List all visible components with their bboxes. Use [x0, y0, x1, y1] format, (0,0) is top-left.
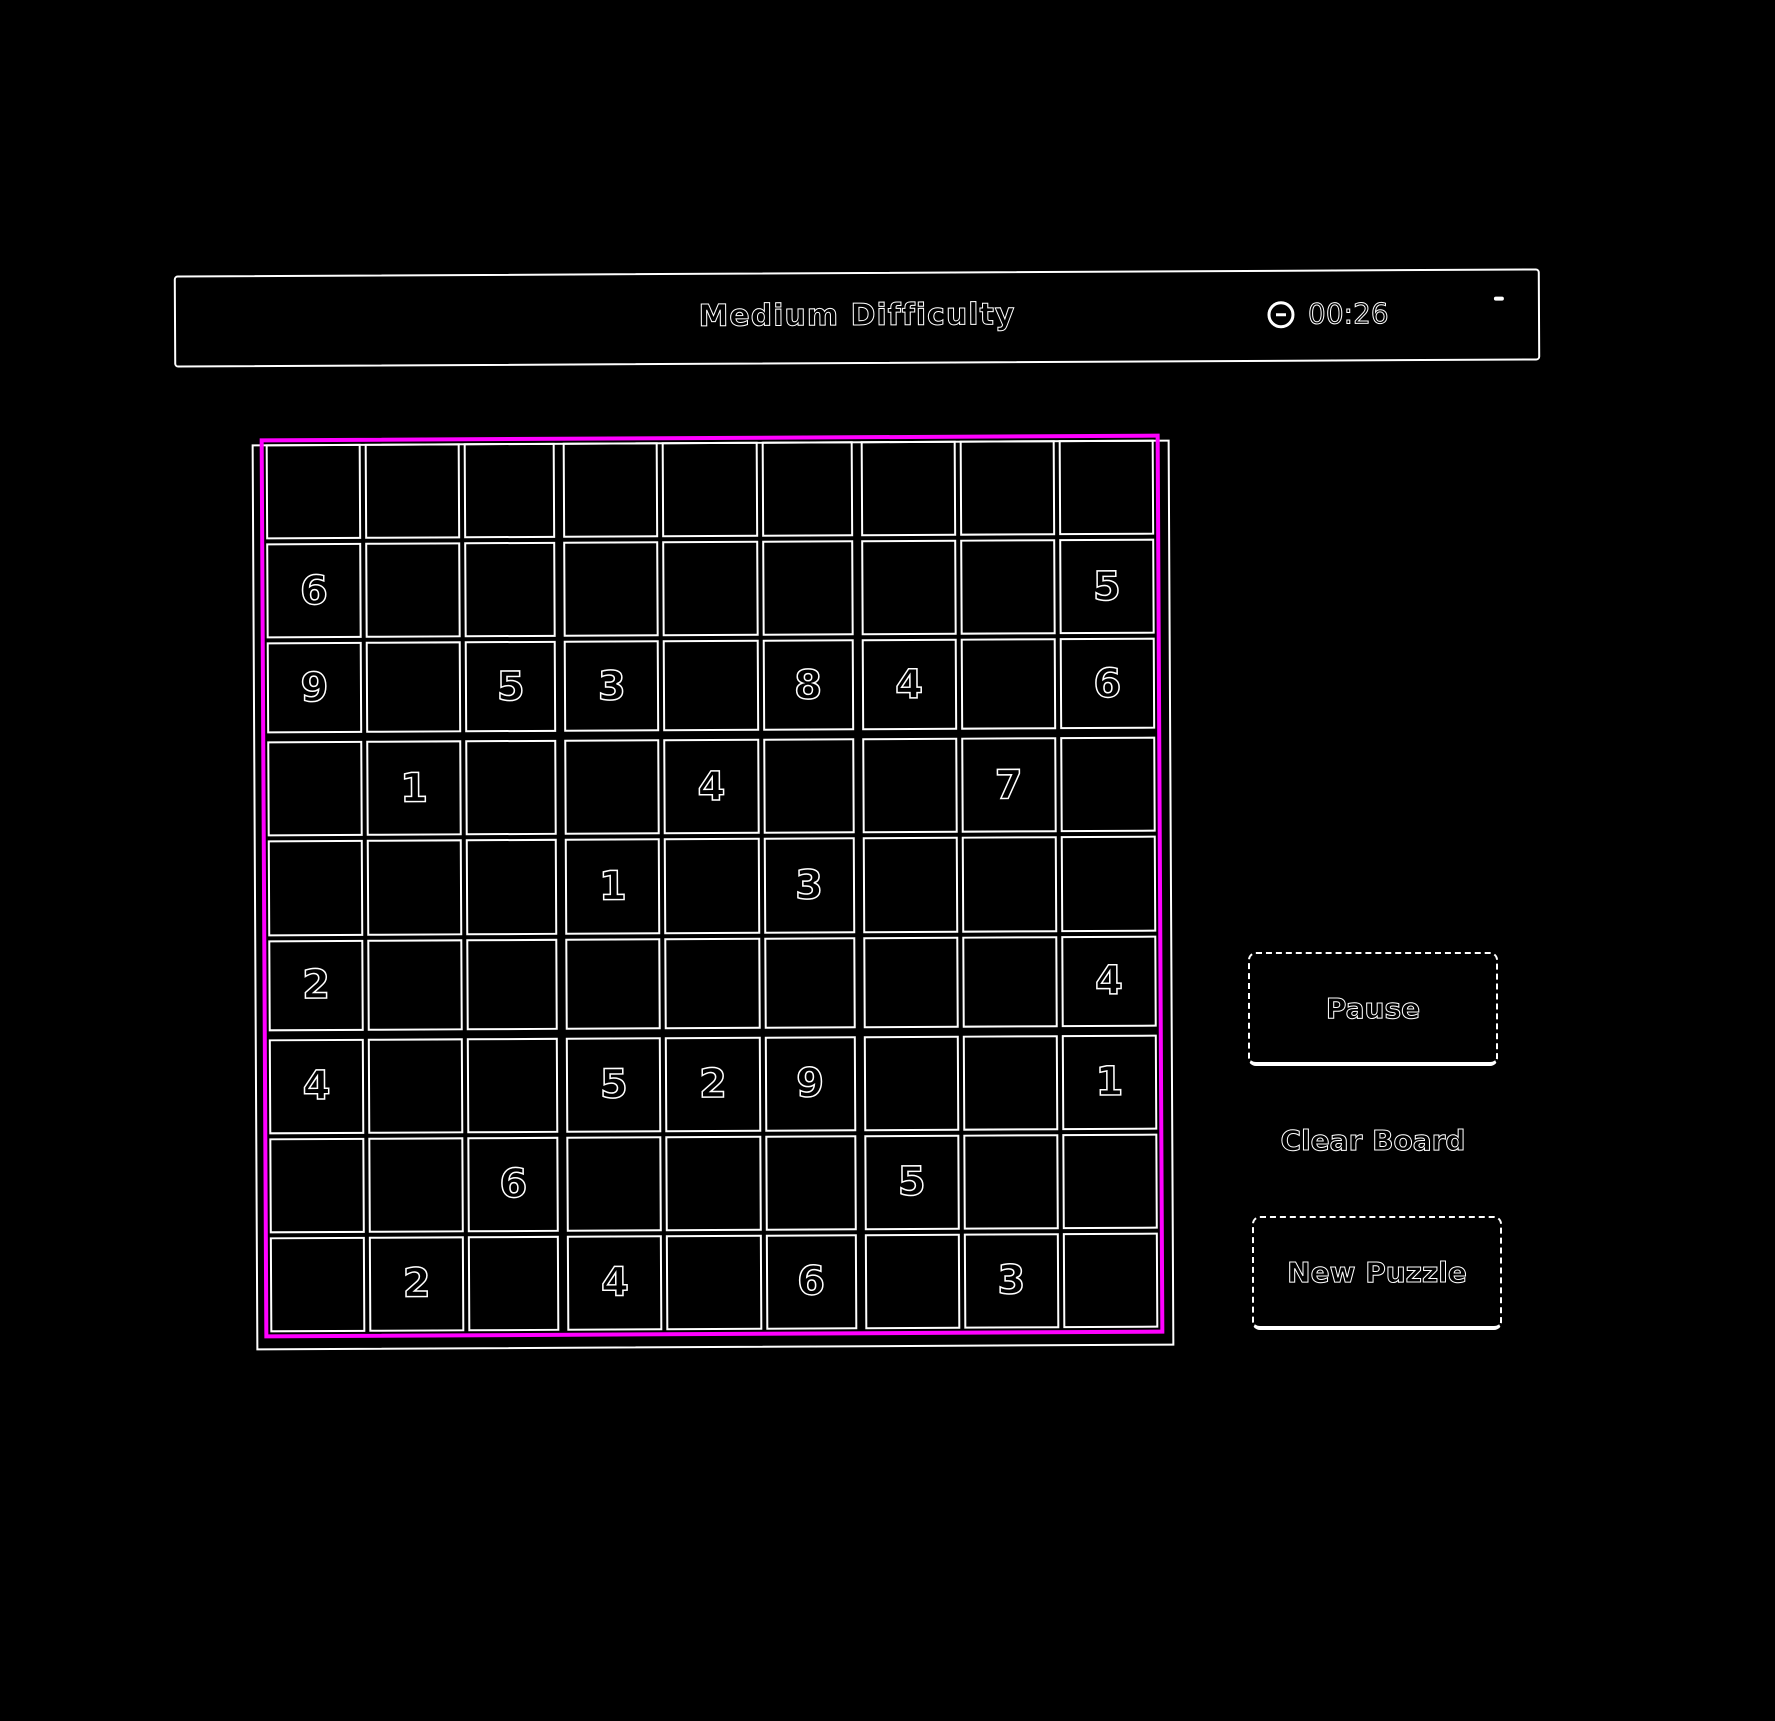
board-cell-r3-c1[interactable]: 9	[266, 642, 363, 734]
board-cell-r6-c5[interactable]	[664, 937, 761, 1029]
board-cell-r8-c4[interactable]	[566, 1136, 663, 1232]
pause-button[interactable]: Pause	[1248, 952, 1498, 1066]
board-cell-r7-c1[interactable]: 4	[268, 1038, 365, 1135]
board-cell-r9-c3[interactable]	[468, 1235, 560, 1332]
board-cell-r4-c8[interactable]: 7	[960, 737, 1057, 834]
board-cell-r8-c9[interactable]	[1062, 1133, 1158, 1230]
board-cell-r3-c6[interactable]: 8	[762, 639, 854, 732]
board-cell-r9-c6[interactable]: 6	[765, 1234, 857, 1330]
board-cell-r9-c9[interactable]	[1062, 1232, 1159, 1329]
board-cell-r8-c2[interactable]	[368, 1137, 465, 1233]
board-cell-r8-c8[interactable]	[963, 1133, 1059, 1230]
board-cell-r8-c3[interactable]: 6	[467, 1136, 560, 1233]
board-cell-r5-c1[interactable]	[267, 840, 364, 936]
board-cell-r1-c4[interactable]	[563, 442, 659, 538]
board-cell-r8-c1[interactable]	[269, 1137, 365, 1234]
board-cell-r8-c6[interactable]	[764, 1135, 857, 1231]
board-cell-r9-c8[interactable]: 3	[963, 1233, 1060, 1329]
board-cell-r3-c4[interactable]: 3	[564, 640, 660, 733]
board-cell-r6-c7[interactable]	[862, 936, 959, 1028]
board-cell-r6-c6[interactable]	[763, 936, 856, 1029]
header-bar: Medium Difficulty 00:26	[173, 268, 1541, 368]
board-cell-r1-c5[interactable]	[662, 441, 758, 538]
board-cell-r6-c4[interactable]	[565, 937, 662, 1030]
board-cell-r6-c9[interactable]: 4	[1061, 935, 1157, 1027]
board-cell-r4-c6[interactable]	[762, 738, 855, 835]
board-cell-r2-c2[interactable]	[365, 542, 461, 639]
board-cell-r5-c3[interactable]	[465, 839, 558, 935]
sudoku-app: Medium Difficulty 00:26 6595384614713244…	[0, 0, 1775, 1721]
board-cell-r3-c8[interactable]	[960, 638, 1057, 731]
board-cell-r9-c1[interactable]	[269, 1236, 366, 1333]
board-cell-r6-c2[interactable]	[367, 938, 463, 1031]
board-cell-r2-c8[interactable]	[959, 539, 1056, 635]
clear-board-button[interactable]: Clear Board	[1248, 1110, 1498, 1170]
board-cell-r1-c1[interactable]	[265, 443, 362, 540]
board-cell-r1-c9[interactable]	[1058, 439, 1155, 536]
board-cell-r5-c5[interactable]	[664, 838, 760, 934]
board-cell-r1-c6[interactable]	[761, 441, 853, 537]
board-cell-r6-c8[interactable]	[962, 935, 1058, 1028]
board-cell-r9-c5[interactable]	[666, 1234, 762, 1331]
board-cell-r5-c6[interactable]: 3	[763, 837, 855, 934]
board-cell-r5-c9[interactable]	[1060, 836, 1157, 932]
board-cell-r2-c3[interactable]	[464, 541, 557, 638]
board-cell-r7-c9[interactable]: 1	[1061, 1034, 1158, 1130]
timer: 00:26	[1266, 297, 1389, 331]
board-cell-r4-c2[interactable]: 1	[366, 740, 462, 837]
timer-value: 00:26	[1307, 297, 1389, 331]
board-cell-r4-c1[interactable]	[267, 741, 363, 837]
board-cell-r5-c7[interactable]	[862, 837, 959, 933]
board-cell-r1-c8[interactable]	[959, 440, 1056, 536]
board-cell-r1-c7[interactable]	[860, 440, 956, 537]
board-cell-r4-c9[interactable]	[1060, 737, 1156, 833]
board-cell-r5-c2[interactable]	[366, 839, 463, 936]
board-cell-r2-c7[interactable]	[860, 539, 957, 636]
board-cell-r2-c1[interactable]: 6	[266, 542, 362, 639]
board-cell-r4-c5[interactable]: 4	[663, 739, 760, 835]
board-cell-r5-c4[interactable]: 1	[565, 838, 661, 935]
board-cell-r3-c9[interactable]: 6	[1059, 637, 1156, 730]
board-cell-r8-c7[interactable]: 5	[863, 1134, 960, 1231]
sudoku-board: 65953846147132445291652463	[259, 433, 1165, 1339]
board-cell-r3-c5[interactable]	[663, 639, 759, 732]
board-cell-r2-c5[interactable]	[662, 540, 759, 637]
board-cell-r3-c3[interactable]: 5	[464, 641, 557, 733]
board-cell-r1-c3[interactable]	[463, 442, 556, 539]
board-cell-r7-c3[interactable]	[467, 1037, 559, 1134]
board-cell-r7-c2[interactable]	[367, 1037, 464, 1134]
board-cell-r2-c9[interactable]: 5	[1059, 538, 1155, 635]
board-cell-r4-c7[interactable]	[861, 738, 958, 834]
new-puzzle-button[interactable]: New Puzzle	[1252, 1216, 1502, 1330]
board-cell-r1-c2[interactable]	[364, 443, 461, 539]
board-cell-r3-c7[interactable]: 4	[861, 638, 957, 731]
board-cell-r9-c7[interactable]	[864, 1233, 961, 1330]
board-cell-r9-c2[interactable]: 2	[368, 1236, 465, 1332]
board-cell-r5-c8[interactable]	[961, 836, 1058, 933]
board-cell-r2-c6[interactable]	[761, 540, 854, 636]
board-cell-r4-c3[interactable]	[465, 740, 558, 836]
board-cell-r3-c2[interactable]	[365, 641, 462, 734]
board-cell-r6-c3[interactable]	[466, 938, 559, 1030]
board-cell-r6-c1[interactable]: 2	[268, 939, 364, 1031]
board-cell-r7-c5[interactable]: 2	[665, 1036, 761, 1133]
menu-icon[interactable]	[1493, 296, 1504, 301]
board-cell-r8-c5[interactable]	[665, 1135, 762, 1232]
board-cell-r4-c4[interactable]	[564, 739, 661, 836]
board-cell-r7-c4[interactable]: 5	[566, 1036, 662, 1133]
board-cell-r2-c4[interactable]	[563, 541, 660, 637]
board-cell-r7-c8[interactable]	[962, 1034, 1059, 1131]
board-cell-r9-c4[interactable]: 4	[567, 1235, 663, 1331]
board-cell-r7-c7[interactable]	[863, 1035, 960, 1131]
board-cell-r7-c6[interactable]: 9	[764, 1035, 856, 1132]
clock-icon	[1267, 300, 1295, 328]
